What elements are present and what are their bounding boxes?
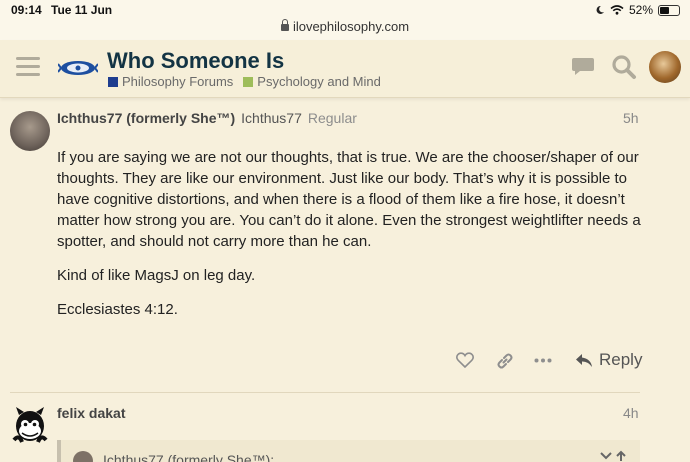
battery-icon bbox=[658, 4, 680, 16]
avatar bbox=[73, 451, 93, 462]
post-body: If you are saying we are not our thought… bbox=[57, 147, 657, 333]
user-title: Regular bbox=[307, 110, 357, 126]
hamburger-menu-icon[interactable] bbox=[16, 57, 40, 77]
url-text: ilovephilosophy.com bbox=[292, 19, 410, 34]
battery-percent: 52% bbox=[628, 3, 653, 17]
post-paragraph: Ecclesiastes 4:12. bbox=[57, 301, 178, 318]
post-author: Ichthus77 (formerly She™) Ichthus77 Regula… bbox=[57, 110, 357, 126]
category-color-square bbox=[243, 76, 254, 87]
link-icon[interactable] bbox=[496, 352, 514, 370]
post-divider bbox=[10, 392, 640, 393]
breadcrumb: Philosophy Forums Psychology and Mind bbox=[108, 74, 381, 89]
address-bar[interactable]: ilovephilosophy.com bbox=[0, 18, 690, 40]
breadcrumb-subcategory[interactable]: Psychology and Mind bbox=[257, 74, 381, 89]
chat-icon[interactable] bbox=[571, 56, 595, 76]
quote-author: Ichthus77 (formerly She™): bbox=[103, 452, 275, 462]
user-avatar[interactable] bbox=[649, 51, 681, 83]
quote-block: Ichthus77 (formerly She™): bbox=[57, 440, 640, 462]
post-time[interactable]: 4h bbox=[623, 405, 639, 421]
topic-title[interactable]: Who Someone Is bbox=[107, 48, 284, 74]
status-right: 52% bbox=[595, 3, 680, 17]
author-username[interactable]: Ichthus77 bbox=[241, 110, 302, 126]
lock-icon bbox=[280, 19, 289, 31]
search-icon[interactable] bbox=[611, 54, 637, 80]
avatar[interactable] bbox=[10, 404, 50, 446]
status-time: 09:14 bbox=[11, 3, 42, 17]
more-options-icon[interactable] bbox=[534, 358, 552, 363]
site-logo[interactable] bbox=[58, 56, 98, 80]
post-time[interactable]: 5h bbox=[623, 110, 639, 126]
wifi-icon bbox=[610, 5, 624, 15]
author-display-name[interactable]: Ichthus77 (formerly She™) bbox=[57, 110, 235, 126]
breadcrumb-category[interactable]: Philosophy Forums bbox=[122, 74, 233, 89]
reply-button[interactable]: Reply bbox=[575, 350, 642, 370]
moon-icon bbox=[596, 5, 604, 14]
author-display-name[interactable]: felix dakat bbox=[57, 405, 125, 421]
reply-label: Reply bbox=[599, 350, 643, 369]
status-bar: 09:14 Tue 11 Jun 52% bbox=[0, 0, 690, 20]
avatar[interactable] bbox=[10, 111, 50, 151]
quote-controls[interactable] bbox=[599, 450, 629, 462]
status-date: Tue 11 Jun bbox=[51, 3, 113, 17]
reply-arrow-icon bbox=[576, 353, 592, 367]
post-paragraph: Kind of like MagsJ on leg day. bbox=[57, 267, 256, 284]
forum-header: Who Someone Is Philosophy Forums Psychol… bbox=[0, 40, 690, 98]
post-paragraph: If you are saying we are not our thought… bbox=[57, 149, 641, 250]
like-heart-icon[interactable] bbox=[456, 352, 474, 368]
category-color-square bbox=[108, 76, 118, 87]
expand-collapse-icon[interactable] bbox=[599, 450, 629, 462]
